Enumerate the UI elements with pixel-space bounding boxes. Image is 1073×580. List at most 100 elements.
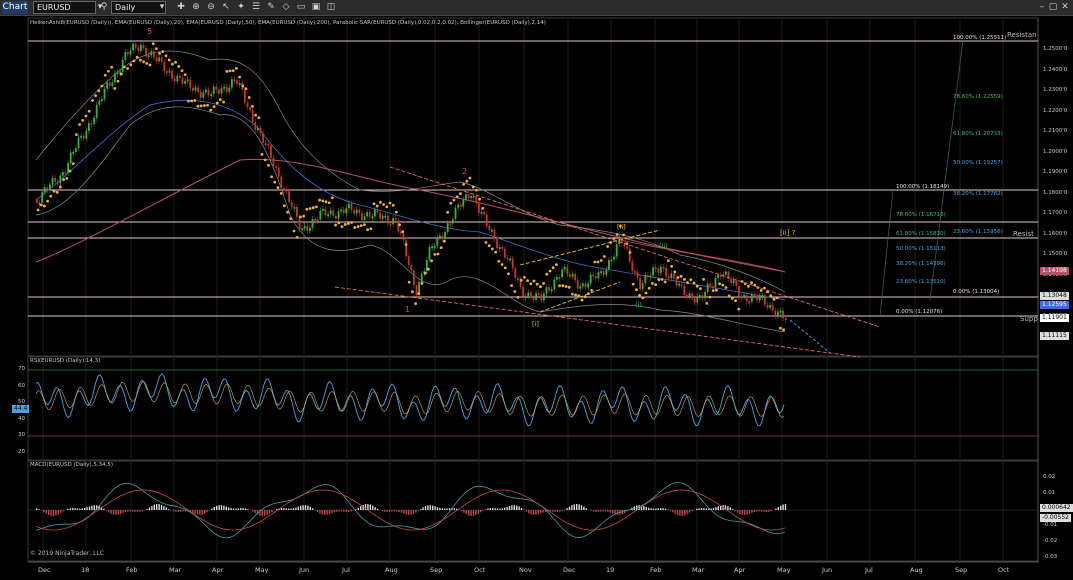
macd-bar <box>328 510 331 515</box>
macd-bar <box>532 510 535 515</box>
chart-canvas[interactable] <box>0 16 1073 580</box>
macd-bar <box>93 505 95 510</box>
sar-dot <box>775 296 779 300</box>
sar-dot <box>385 205 389 209</box>
time-axis-label: Mar <box>169 566 182 574</box>
zoom-out-icon[interactable]: ⊖ <box>205 1 217 13</box>
macd-bar <box>475 510 477 516</box>
rsi-axis-60: 60 <box>18 383 25 389</box>
macd-bar <box>518 506 520 510</box>
sar-dot <box>177 65 181 68</box>
instrument-selector[interactable]: EURUSD <box>33 1 96 14</box>
sar-dot <box>542 282 545 285</box>
price-axis-label: 1.2500'0 <box>1043 46 1068 52</box>
cursor-icon[interactable]: ↖ <box>220 1 232 13</box>
pencil-icon[interactable]: ✎ <box>265 1 277 13</box>
period-dropdown-icon[interactable]: ▾ <box>156 1 168 13</box>
candle <box>753 294 756 297</box>
candle <box>725 271 727 275</box>
candle <box>491 229 493 232</box>
sar-dot <box>267 163 270 167</box>
time-axis-label: May <box>255 566 269 574</box>
candle <box>215 86 218 90</box>
candle <box>254 122 257 130</box>
macd-bar <box>72 508 74 510</box>
crosshair-icon[interactable]: ✚ <box>175 1 187 13</box>
candle <box>475 195 478 204</box>
sar-dot <box>590 289 593 292</box>
search-icon[interactable]: ⚲ <box>98 1 110 13</box>
candle <box>132 43 134 51</box>
sar-dot <box>583 295 587 299</box>
strategy-icon[interactable]: ▣ <box>310 1 322 13</box>
sar-dot <box>564 285 568 288</box>
close-icon[interactable]: ✕ <box>1059 1 1071 13</box>
macd-bar <box>540 510 542 514</box>
sar-dot <box>311 206 315 210</box>
sar-dot <box>46 199 49 203</box>
macd-bar <box>52 510 55 516</box>
magic-wand-icon[interactable]: ✦ <box>235 1 247 13</box>
resistance-label: Resist <box>1013 230 1034 238</box>
sar-dot <box>334 223 337 227</box>
macd-bar <box>124 510 127 513</box>
candle <box>337 211 340 219</box>
candle <box>153 51 155 58</box>
candle <box>696 296 699 303</box>
macd-bar <box>321 510 323 515</box>
candle <box>184 80 186 84</box>
candle <box>368 212 371 217</box>
drawing-icon[interactable]: ◇ <box>280 1 292 13</box>
candle <box>501 246 504 249</box>
candle <box>340 209 342 212</box>
sar-dot <box>484 241 488 244</box>
sar-dot <box>151 42 155 46</box>
time-axis-label: Jul <box>342 566 350 574</box>
macd-bar <box>652 508 655 510</box>
price-marker-3: 1.12595 <box>1040 301 1069 309</box>
wave-label-green-i: (i) <box>635 301 642 309</box>
sar-dot <box>478 197 481 201</box>
sar-dot <box>414 302 417 305</box>
sar-dot <box>654 283 657 286</box>
data-box-icon[interactable]: ▭ <box>295 1 307 13</box>
macd-bar <box>446 508 448 510</box>
rsi-axis-40: 40 <box>18 416 25 422</box>
macd-bar <box>326 510 328 515</box>
macd-bar <box>182 510 184 512</box>
time-axis-label: Dec <box>38 566 51 574</box>
macd-bar <box>561 510 563 511</box>
sar-dot <box>436 252 440 256</box>
macd-bar <box>374 507 376 510</box>
candle <box>631 261 634 271</box>
macd-bar <box>271 510 273 512</box>
macd-axis-4: -0.02 <box>1043 538 1058 544</box>
sar-dot <box>116 79 120 83</box>
properties-icon[interactable]: ☰ <box>250 1 262 13</box>
candle <box>738 286 740 297</box>
macd-bar <box>360 506 362 510</box>
macd-bar <box>732 509 734 510</box>
zoom-in-icon[interactable]: ⊕ <box>190 1 202 13</box>
price-axis-label: 1.2200'0 <box>1043 107 1068 114</box>
candle <box>657 268 660 273</box>
sar-dot <box>430 259 433 263</box>
sar-dot <box>420 281 424 285</box>
candle <box>246 102 249 108</box>
macd-bar <box>177 510 179 512</box>
macd-bar <box>312 508 314 510</box>
candle <box>160 57 163 62</box>
chart-trader-icon[interactable]: ◫ <box>325 1 337 13</box>
sar-dot <box>507 272 510 276</box>
maximize-icon[interactable]: ▢ <box>1047 1 1059 13</box>
sar-dot <box>750 281 753 285</box>
sar-dot <box>161 50 165 54</box>
sar-dot <box>273 180 277 184</box>
macd-bar <box>196 510 199 515</box>
candle <box>363 216 366 221</box>
chart-tab[interactable]: Chart <box>2 1 28 14</box>
macd-axis-3: -0.01 <box>1043 522 1058 528</box>
time-axis-label: Nov <box>519 566 532 574</box>
sar-dot <box>270 175 273 179</box>
candle <box>233 79 236 82</box>
